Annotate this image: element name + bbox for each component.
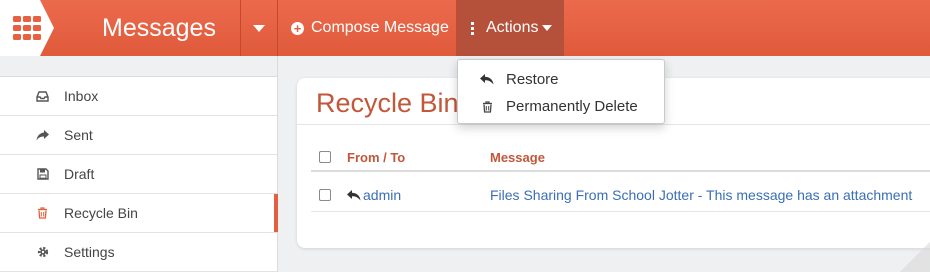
actions-label: Actions: [486, 19, 539, 36]
reply-icon: [480, 74, 494, 85]
menu-item-restore[interactable]: Restore: [458, 66, 664, 93]
title-dropdown-button[interactable]: [241, 0, 277, 56]
vertical-ellipsis-icon: [471, 21, 474, 35]
compose-label: Compose Message: [311, 19, 449, 36]
trash-icon: [480, 100, 494, 113]
menu-item-permanently-delete[interactable]: Permanently Delete: [458, 93, 664, 120]
sidebar-item-draft[interactable]: Draft: [0, 155, 277, 194]
sidebar-item-sent[interactable]: Sent: [0, 116, 277, 155]
from-cell[interactable]: admin: [347, 187, 401, 203]
table-row[interactable]: admin Files Sharing From School Jotter -…: [311, 178, 930, 212]
sidebar-item-label: Draft: [64, 166, 95, 182]
column-header-message: Message: [490, 150, 545, 165]
app-title: Messages: [102, 13, 216, 42]
corner-decoration: [900, 242, 930, 272]
sidebar-item-inbox[interactable]: Inbox: [0, 77, 277, 116]
actions-dropdown-menu: Restore Permanently Delete: [457, 59, 665, 124]
column-header-from-to: From / To: [347, 150, 406, 165]
compose-message-button[interactable]: + Compose Message: [278, 0, 456, 56]
reply-icon: [347, 189, 361, 200]
sidebar-item-label: Sent: [64, 127, 93, 143]
share-icon: [36, 129, 49, 142]
gear-icon: [36, 246, 49, 259]
table-header: From / To Message: [311, 142, 930, 172]
select-all-checkbox[interactable]: [319, 151, 331, 163]
sidebar-spacer: [0, 56, 277, 77]
row-checkbox[interactable]: [319, 189, 331, 201]
caret-down-icon: [542, 25, 553, 31]
menu-item-label: Permanently Delete: [506, 98, 638, 115]
sidebar-item-label: Inbox: [64, 88, 99, 104]
page-title: Recycle Bin: [316, 88, 459, 118]
sidebar-item-label: Recycle Bin: [64, 205, 138, 221]
actions-button[interactable]: Actions: [457, 0, 564, 56]
grid-icon: [13, 16, 41, 40]
inbox-icon: [36, 90, 49, 103]
sidebar: Inbox Sent Draft Recycle Bin Settings: [0, 56, 278, 272]
sidebar-item-settings[interactable]: Settings: [0, 233, 277, 272]
save-icon: [36, 168, 49, 181]
message-link[interactable]: Files Sharing From School Jotter - This …: [490, 187, 912, 203]
from-link[interactable]: admin: [363, 187, 401, 203]
apps-menu-button[interactable]: [0, 0, 54, 56]
caret-down-icon: [253, 24, 265, 32]
divider: [297, 124, 930, 125]
sidebar-item-recycle-bin[interactable]: Recycle Bin: [0, 194, 278, 233]
sidebar-item-label: Settings: [64, 244, 115, 260]
menu-item-label: Restore: [506, 71, 559, 88]
plus-circle-icon: +: [291, 21, 304, 35]
trash-icon: [36, 207, 49, 220]
top-bar: Messages + Compose Message Actions: [0, 0, 930, 56]
